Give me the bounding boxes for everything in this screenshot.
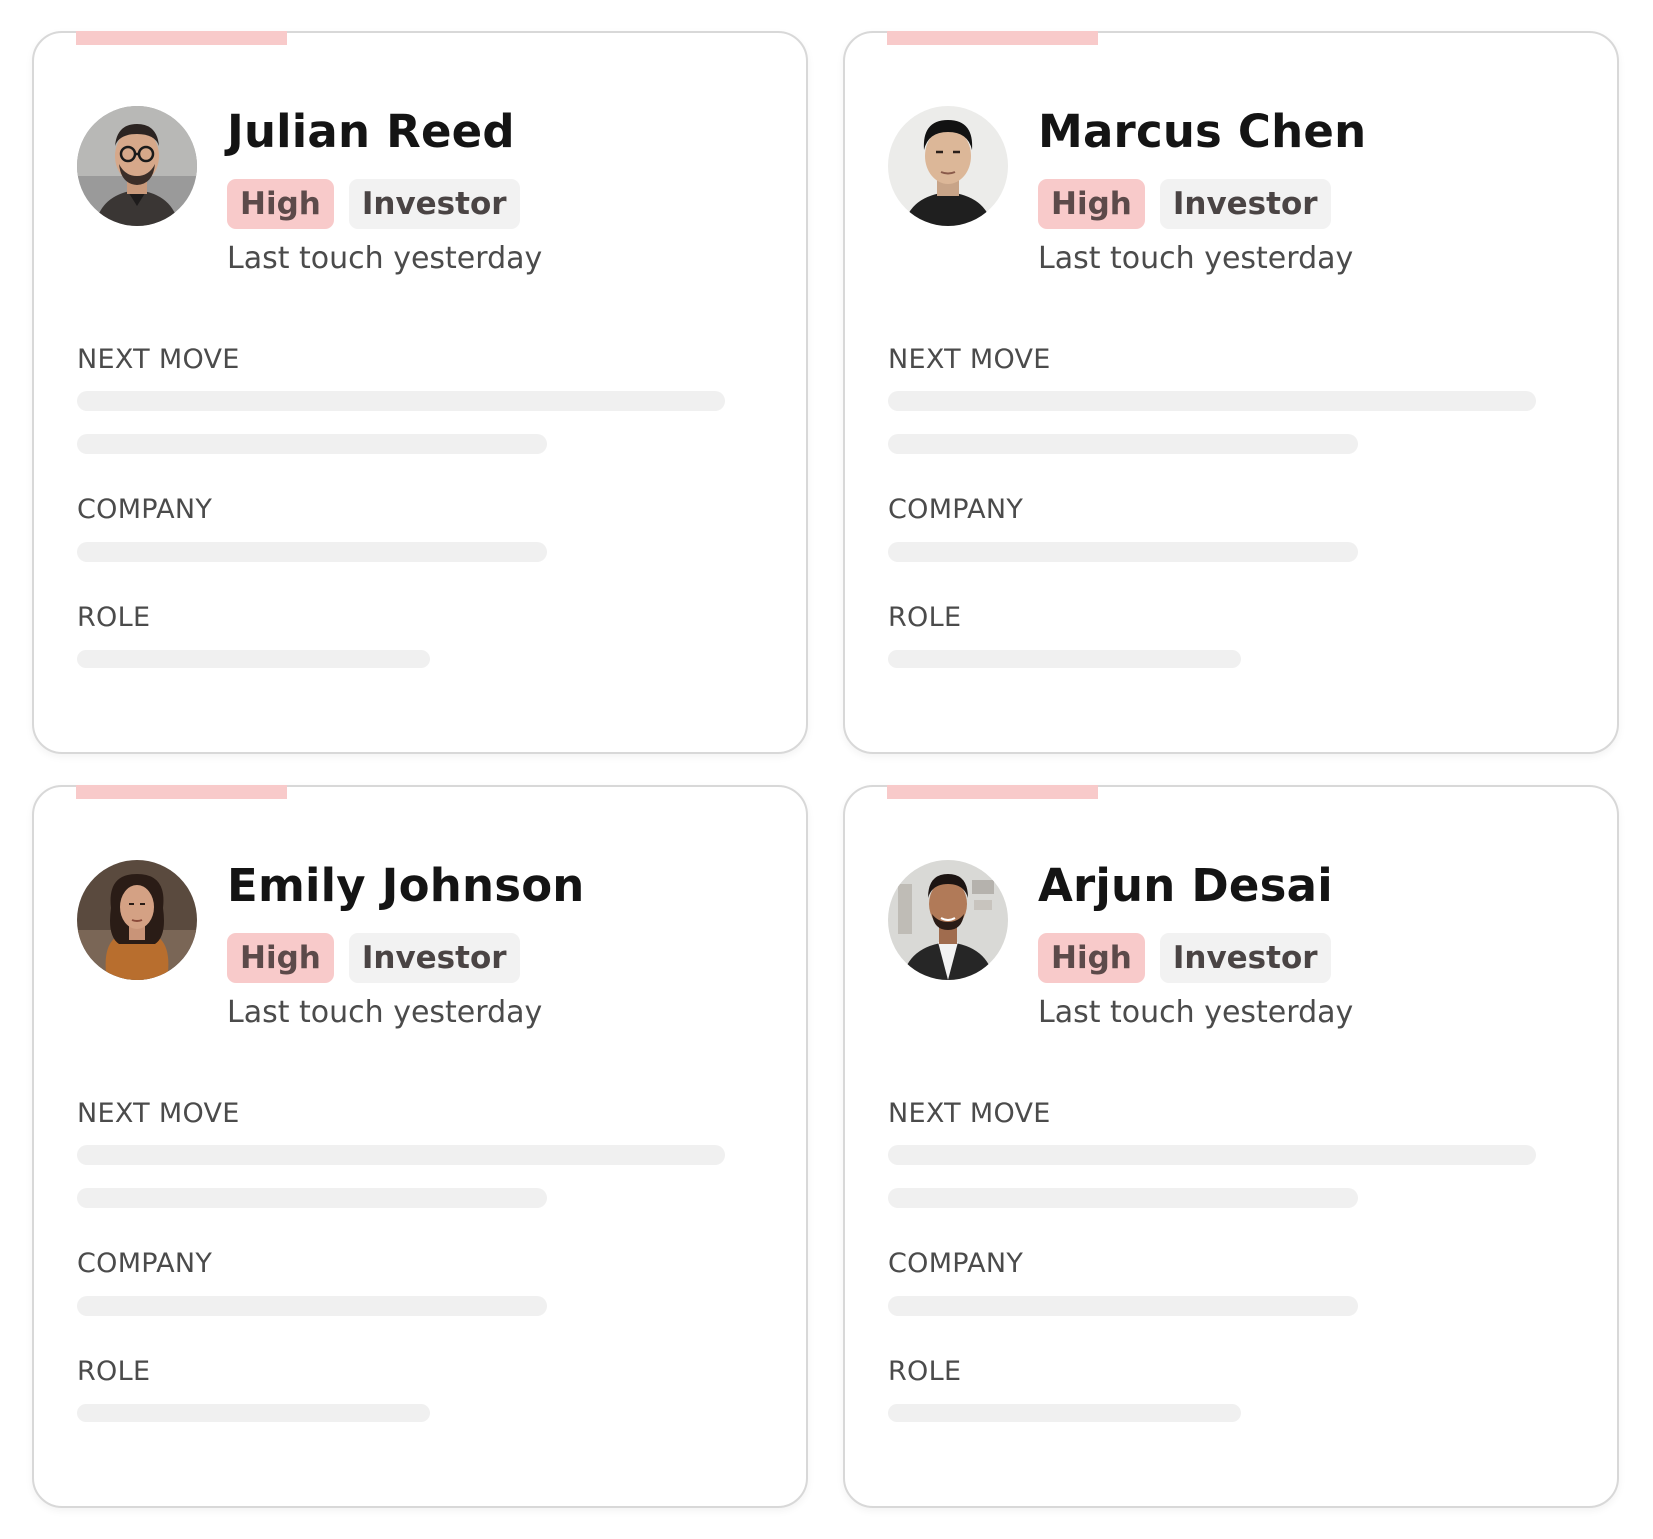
avatar-photo (888, 860, 1008, 980)
contact-name[interactable]: Emily Johnson (227, 859, 585, 912)
contact-card[interactable]: Marcus Chen High Investor Last touch yes… (843, 31, 1619, 754)
company-label: COMPANY (888, 1248, 1024, 1279)
company-label: COMPANY (77, 494, 213, 525)
avatar (77, 106, 197, 226)
tag-group: High Investor (1038, 933, 1331, 983)
role-label: ROLE (888, 1356, 962, 1387)
next-move-skeleton-line (77, 434, 547, 454)
contact-card[interactable]: Arjun Desai High Investor Last touch yes… (843, 785, 1619, 1508)
next-move-skeleton-line (77, 391, 725, 411)
next-move-skeleton-line (888, 391, 1536, 411)
next-move-label: NEXT MOVE (888, 1098, 1051, 1129)
role-label: ROLE (888, 602, 962, 633)
next-move-label: NEXT MOVE (888, 344, 1051, 375)
company-skeleton-line (888, 1296, 1358, 1316)
next-move-skeleton-line (77, 1188, 547, 1208)
company-skeleton-line (888, 542, 1358, 562)
priority-tag: High (227, 933, 334, 983)
next-move-skeleton-line (888, 434, 1358, 454)
avatar (888, 860, 1008, 980)
last-touch-text: Last touch yesterday (1038, 995, 1354, 1030)
type-tag: Investor (1159, 933, 1331, 983)
card-accent-strip (887, 785, 1098, 799)
type-tag: Investor (1159, 179, 1331, 229)
contact-name[interactable]: Marcus Chen (1038, 105, 1366, 158)
company-skeleton-line (77, 1296, 547, 1316)
contact-name[interactable]: Arjun Desai (1038, 859, 1333, 912)
next-move-skeleton-line (888, 1145, 1536, 1165)
card-accent-strip (76, 785, 287, 799)
company-label: COMPANY (888, 494, 1024, 525)
next-move-skeleton-line (77, 1145, 725, 1165)
company-label: COMPANY (77, 1248, 213, 1279)
contact-name[interactable]: Julian Reed (227, 105, 515, 158)
last-touch-text: Last touch yesterday (227, 241, 543, 276)
avatar (888, 106, 1008, 226)
avatar-photo (888, 106, 1008, 226)
role-skeleton-line (77, 650, 430, 668)
last-touch-text: Last touch yesterday (1038, 241, 1354, 276)
role-skeleton-line (77, 1404, 430, 1422)
card-accent-strip (887, 31, 1098, 45)
tag-group: High Investor (1038, 179, 1331, 229)
type-tag: Investor (348, 933, 520, 983)
avatar-photo (77, 860, 197, 980)
priority-tag: High (227, 179, 334, 229)
card-accent-strip (76, 31, 287, 45)
last-touch-text: Last touch yesterday (227, 995, 543, 1030)
next-move-label: NEXT MOVE (77, 344, 240, 375)
contact-card[interactable]: Julian Reed High Investor Last touch yes… (32, 31, 808, 754)
company-skeleton-line (77, 542, 547, 562)
role-skeleton-line (888, 650, 1241, 668)
priority-tag: High (1038, 933, 1145, 983)
avatar (77, 860, 197, 980)
type-tag: Investor (348, 179, 520, 229)
role-skeleton-line (888, 1404, 1241, 1422)
contact-card-grid: Julian Reed High Investor Last touch yes… (0, 0, 1653, 1539)
priority-tag: High (1038, 179, 1145, 229)
contact-card[interactable]: Emily Johnson High Investor Last touch y… (32, 785, 808, 1508)
next-move-skeleton-line (888, 1188, 1358, 1208)
role-label: ROLE (77, 1356, 151, 1387)
next-move-label: NEXT MOVE (77, 1098, 240, 1129)
avatar-photo (77, 106, 197, 226)
tag-group: High Investor (227, 933, 520, 983)
tag-group: High Investor (227, 179, 520, 229)
role-label: ROLE (77, 602, 151, 633)
